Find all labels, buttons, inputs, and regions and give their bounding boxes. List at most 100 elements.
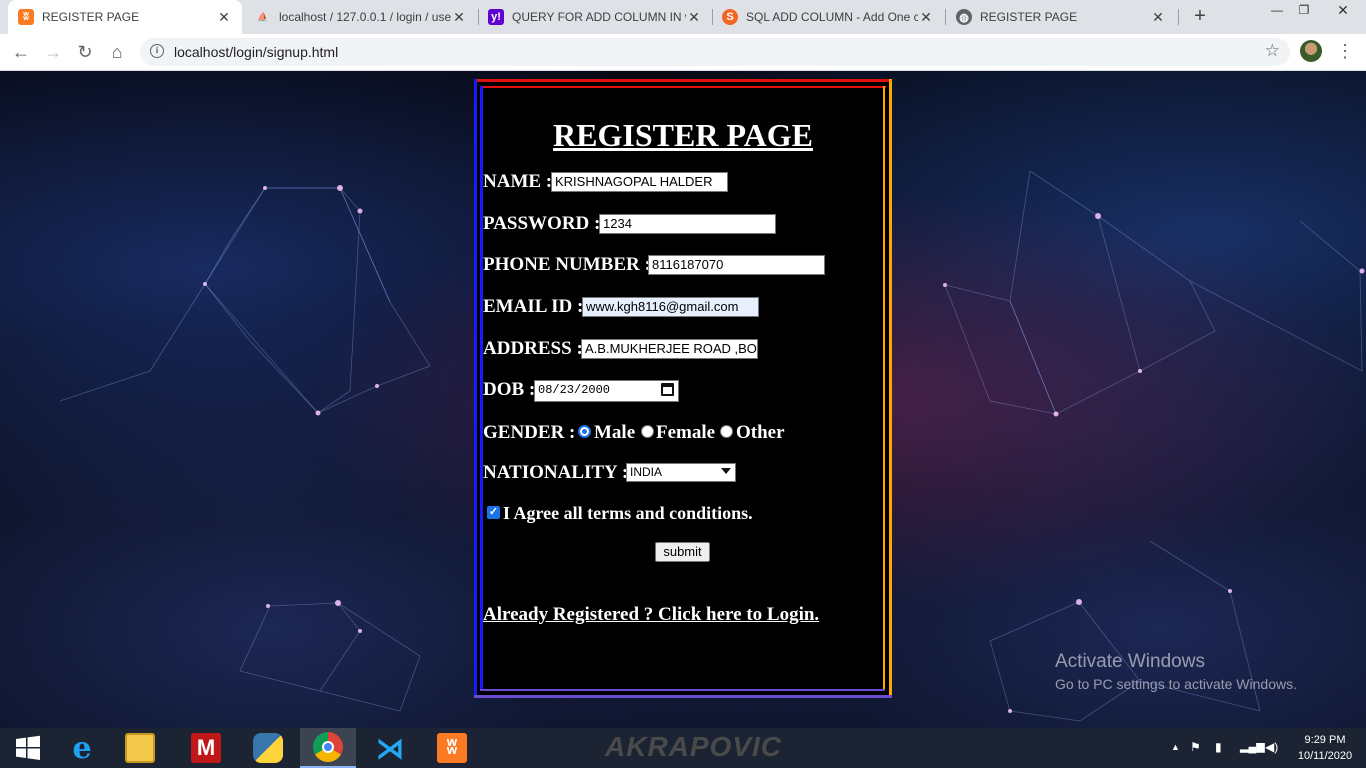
signal-icon[interactable]: ▂▄▆: [1240, 740, 1265, 753]
nationality-select[interactable]: INDIA: [626, 463, 736, 482]
address-label: ADDRESS :: [483, 338, 583, 359]
xampp-icon: ʬ: [18, 9, 34, 25]
new-tab-button[interactable]: +: [1188, 5, 1212, 29]
gender-female-radio[interactable]: [641, 425, 654, 438]
tab-phpmyadmin[interactable]: ⛵ localhost / 127.0.0.1 / login / use ✕: [245, 0, 477, 34]
clock-date: 10/11/2020: [1297, 750, 1353, 762]
border-left-outer: [474, 79, 477, 698]
name-input[interactable]: KRISHNAGOPAL HALDER: [551, 172, 728, 192]
vscode-icon: ⋊: [376, 732, 404, 764]
browser-toolbar: ← → ↻ ⌂ i localhost/login/signup.html ☆ …: [0, 34, 1366, 71]
gender-other-label: Other: [736, 422, 785, 443]
phone-input[interactable]: 8116187070: [648, 255, 825, 275]
file-explorer-icon: [125, 733, 155, 763]
dob-value: 08/23/2000: [538, 383, 611, 397]
calendar-icon[interactable]: [661, 383, 674, 396]
site-info-icon[interactable]: i: [150, 44, 164, 58]
activate-title: Activate Windows: [1055, 651, 1205, 672]
submit-button[interactable]: submit: [655, 542, 710, 562]
address-url[interactable]: localhost/login/signup.html: [174, 44, 338, 60]
tab-title: localhost / 127.0.0.1 / login / use: [279, 10, 451, 24]
tab-register-page-2[interactable]: ◍ REGISTER PAGE ✕: [946, 0, 1176, 34]
sqltutorial-icon: S: [722, 9, 738, 25]
volume-icon[interactable]: ◀): [1265, 740, 1278, 754]
home-icon[interactable]: ⌂: [104, 39, 130, 65]
name-label: NAME :: [483, 171, 553, 192]
tab-yahoo-query[interactable]: y! QUERY FOR ADD COLUMN IN w ✕: [478, 0, 712, 34]
page-viewport: REGISTER PAGE NAME : KRISHNAGOPAL HALDER…: [0, 71, 1366, 728]
taskbar-file-explorer[interactable]: [112, 728, 168, 768]
dob-label: DOB :: [483, 379, 536, 400]
windows-start-button[interactable]: [0, 728, 56, 768]
xampp-icon: ʬ: [437, 733, 467, 763]
yahoo-icon: y!: [488, 9, 504, 25]
taskbar-python[interactable]: [240, 728, 296, 768]
gender-other-radio[interactable]: [720, 425, 733, 438]
profile-avatar[interactable]: [1300, 40, 1322, 62]
restore-button[interactable]: ❐: [1289, 0, 1319, 22]
tab-sql-add-column[interactable]: S SQL ADD COLUMN - Add One c ✕: [712, 0, 944, 34]
windows-start-icon: [16, 735, 40, 760]
close-tab-icon[interactable]: ✕: [1150, 9, 1166, 26]
battery-icon[interactable]: ▮: [1215, 740, 1222, 754]
gender-female-label: Female: [656, 422, 716, 443]
border-right-outer: [889, 79, 892, 698]
close-tab-icon[interactable]: ✕: [451, 9, 467, 26]
tab-register-page[interactable]: ʬ REGISTER PAGE ✕: [8, 0, 242, 34]
phpmyadmin-icon: ⛵: [257, 11, 269, 22]
tab-divider: [1178, 9, 1179, 25]
login-link[interactable]: Already Registered ? Click here to Login…: [483, 604, 819, 626]
bookmark-star-icon[interactable]: ☆: [1265, 41, 1280, 61]
taskbar-chrome[interactable]: [300, 728, 356, 768]
chrome-icon: [313, 732, 343, 762]
email-input[interactable]: www.kgh8116@gmail.com: [582, 297, 759, 317]
border-bottom-outer: [474, 695, 892, 698]
email-label: EMAIL ID :: [483, 296, 584, 317]
nationality-label: NATIONALITY :: [483, 462, 629, 483]
tab-title: QUERY FOR ADD COLUMN IN w: [512, 10, 686, 24]
gender-label: GENDER :: [483, 422, 576, 443]
reload-icon[interactable]: ↻: [72, 39, 98, 65]
taskbar-xampp[interactable]: ʬ: [424, 728, 480, 768]
minimize-button[interactable]: —: [1262, 0, 1292, 22]
gender-male-label: Male: [594, 422, 636, 443]
taskbar: e M ⋊ ʬ AKRAPOVIC ▲ ⚑ ▮ ▂▄▆ ◀) 9:29 PM 1…: [0, 728, 1366, 768]
close-tab-icon[interactable]: ✕: [216, 9, 232, 26]
password-input[interactable]: 1234: [599, 214, 776, 234]
internet-explorer-icon: e: [72, 730, 92, 766]
tab-title: SQL ADD COLUMN - Add One c: [746, 10, 918, 24]
gender-male-radio[interactable]: [578, 425, 591, 438]
border-top-outer: [474, 79, 892, 82]
tray-expand-icon[interactable]: ▲: [1171, 742, 1180, 752]
menu-kebab-icon[interactable]: ⋮: [1336, 40, 1354, 62]
border-bottom-inner: [480, 689, 885, 691]
flag-icon[interactable]: ⚑: [1190, 740, 1201, 754]
tab-title: REGISTER PAGE: [980, 10, 1078, 24]
back-icon[interactable]: ←: [8, 39, 34, 65]
activate-subtitle: Go to PC settings to activate Windows.: [1055, 676, 1297, 692]
forward-icon[interactable]: →: [40, 39, 66, 65]
dob-input[interactable]: 08/23/2000: [534, 380, 679, 402]
close-tab-icon[interactable]: ✕: [686, 9, 702, 26]
agree-checkbox[interactable]: ✓: [487, 506, 500, 519]
tab-strip: ʬ REGISTER PAGE ✕ ⛵ localhost / 127.0.0.…: [0, 0, 1366, 34]
taskbar-mcafee[interactable]: M: [178, 728, 234, 768]
taskbar-clock[interactable]: 9:29 PM 10/11/2020: [1290, 732, 1360, 764]
agree-label: I Agree all terms and conditions.: [503, 503, 753, 523]
close-window-button[interactable]: ✕: [1320, 0, 1366, 22]
border-top-inner: [480, 86, 886, 88]
password-label: PASSWORD :: [483, 213, 601, 234]
address-bar[interactable]: i localhost/login/signup.html ☆: [140, 38, 1290, 66]
taskbar-vscode[interactable]: ⋊: [362, 728, 418, 768]
nationality-value: INDIA: [630, 465, 663, 479]
close-tab-icon[interactable]: ✕: [918, 9, 934, 26]
taskbar-internet-explorer[interactable]: e: [54, 728, 110, 768]
mcafee-icon: M: [191, 733, 221, 763]
register-form: REGISTER PAGE NAME : KRISHNAGOPAL HALDER…: [474, 79, 892, 698]
clock-time: 9:29 PM: [1304, 734, 1346, 746]
globe-icon: ◍: [956, 9, 972, 25]
phone-label: PHONE NUMBER :: [483, 254, 651, 275]
tab-title: REGISTER PAGE: [42, 10, 140, 24]
address-input[interactable]: A.B.MUKHERJEE ROAD ,BO: [581, 339, 758, 359]
border-right-inner: [883, 86, 885, 691]
